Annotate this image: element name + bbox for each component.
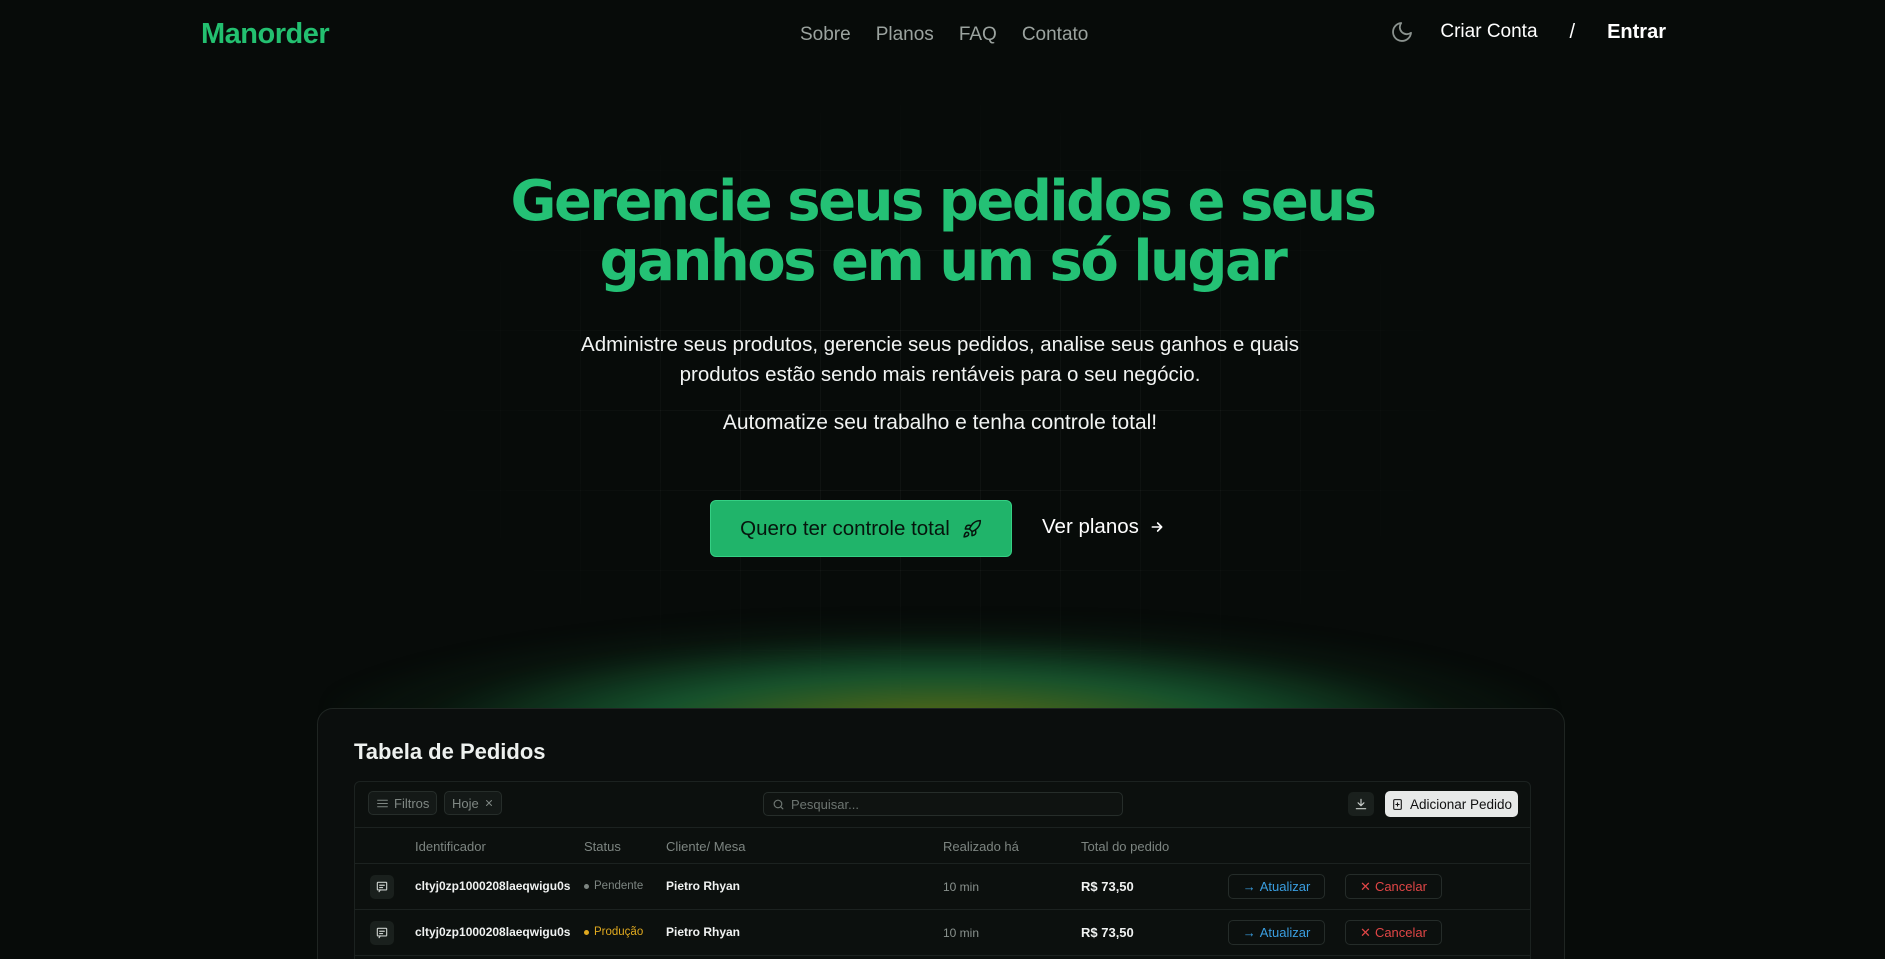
status-dot bbox=[584, 929, 589, 935]
top-nav: Manorder Sobre Planos FAQ Contato Criar … bbox=[0, 0, 1885, 70]
update-label: Atualizar bbox=[1259, 925, 1311, 940]
update-label: Atualizar bbox=[1259, 879, 1311, 894]
cancel-label: Cancelar bbox=[1374, 879, 1427, 894]
column-header-status[interactable]: Status bbox=[584, 839, 621, 854]
update-button[interactable]: → Atualizar bbox=[1228, 874, 1325, 899]
download-button[interactable] bbox=[1348, 792, 1374, 816]
filters-button[interactable]: Filtros bbox=[368, 791, 438, 815]
filters-label: Filtros bbox=[394, 795, 430, 811]
cta-primary-label: Quero ter controle total bbox=[740, 516, 950, 540]
download-icon bbox=[1355, 798, 1367, 810]
close-icon: ✕ bbox=[1360, 924, 1371, 940]
order-id: cltyj0zp1000208laeqwigu0s bbox=[415, 879, 571, 893]
hero-title-line1: Gerencie seus pedidos e seus bbox=[510, 169, 1377, 234]
moon-icon[interactable] bbox=[1390, 20, 1414, 44]
hero-subtitle-line1: Administre seus produtos, gerencie seus … bbox=[581, 333, 1299, 356]
client-name: Pietro Rhyan bbox=[666, 925, 741, 939]
column-header-time[interactable]: Realizado há bbox=[943, 839, 1019, 854]
status-dot bbox=[584, 883, 589, 889]
search-icon bbox=[773, 799, 784, 809]
active-filter-chip[interactable]: Hoje bbox=[444, 791, 502, 815]
hero-subtitle: Administre seus produtos, gerencie seus … bbox=[540, 330, 1340, 390]
hero-subtitle-line2: produtos estão sendo mais rentáveis para… bbox=[679, 363, 1201, 386]
cta-primary-button[interactable]: Quero ter controle total bbox=[710, 500, 1012, 557]
order-details-button[interactable] bbox=[370, 921, 394, 945]
add-order-button[interactable]: Adicionar Pedido bbox=[1385, 791, 1518, 817]
brand-logo[interactable]: Manorder bbox=[201, 18, 330, 51]
status-label: Pendente bbox=[594, 880, 644, 892]
column-header-client[interactable]: Cliente/ Mesa bbox=[666, 839, 745, 854]
order-details-button[interactable] bbox=[370, 875, 394, 899]
column-header-id[interactable]: Identificador bbox=[415, 839, 486, 854]
orders-table: Filtros Hoje Pesquisar... Adicionar Pedi… bbox=[354, 781, 1531, 959]
table-header: Identificador Status Cliente/ Mesa Reali… bbox=[355, 828, 1530, 864]
table-row[interactable]: cltyj0zp1000208laeqwigu0s Produção Pietr… bbox=[355, 910, 1530, 956]
search-input[interactable]: Pesquisar... bbox=[763, 792, 1123, 816]
add-order-label: Adicionar Pedido bbox=[1409, 796, 1513, 812]
table-row[interactable]: cltyj0zp1000208laeqwigu0s Pendente Pietr… bbox=[355, 864, 1530, 910]
orders-table-card: Tabela de Pedidos Filtros Hoje Pesquisar… bbox=[317, 708, 1565, 959]
nav-links: Sobre Planos FAQ Contato bbox=[800, 24, 1088, 46]
table-toolbar: Filtros Hoje Pesquisar... Adicionar Pedi… bbox=[355, 782, 1530, 828]
client-name: Pietro Rhyan bbox=[666, 879, 741, 893]
order-time: 10 min bbox=[943, 926, 980, 940]
arrow-right-icon: → bbox=[1242, 879, 1256, 894]
orders-table-title: Tabela de Pedidos bbox=[354, 739, 546, 764]
order-total: R$ 73,50 bbox=[1081, 925, 1134, 940]
close-icon[interactable] bbox=[484, 798, 494, 808]
active-filter-label: Hoje bbox=[452, 795, 479, 811]
nav-link-sobre[interactable]: Sobre bbox=[800, 24, 851, 46]
hero-title-line2: ganhos em um só lugar bbox=[599, 229, 1288, 294]
cancel-label: Cancelar bbox=[1374, 925, 1427, 940]
column-header-total[interactable]: Total do pedido bbox=[1081, 839, 1169, 854]
cta-secondary-link[interactable]: Ver planos bbox=[1042, 515, 1165, 539]
order-id: cltyj0zp1000208laeqwigu0s bbox=[415, 925, 571, 939]
order-total: R$ 73,50 bbox=[1081, 879, 1134, 894]
close-icon: ✕ bbox=[1360, 878, 1371, 894]
add-document-icon bbox=[1393, 798, 1402, 810]
receipt-icon bbox=[376, 881, 388, 893]
hero-title: Gerencie seus pedidos e seus ganhos em u… bbox=[440, 172, 1445, 292]
search-placeholder: Pesquisar... bbox=[791, 796, 859, 812]
status-badge: Pendente bbox=[584, 880, 643, 892]
receipt-icon bbox=[376, 927, 388, 939]
order-time: 10 min bbox=[943, 880, 980, 894]
rocket-icon bbox=[963, 519, 981, 538]
cta-secondary-label: Ver planos bbox=[1042, 515, 1139, 538]
cancel-button[interactable]: ✕ Cancelar bbox=[1345, 874, 1442, 899]
nav-link-faq[interactable]: FAQ bbox=[959, 24, 997, 46]
nav-separator: / bbox=[1569, 20, 1576, 43]
status-label: Produção bbox=[594, 926, 644, 938]
filter-lines-icon bbox=[377, 799, 388, 807]
arrow-right-icon bbox=[1151, 522, 1163, 532]
nav-link-planos[interactable]: Planos bbox=[876, 24, 934, 46]
status-badge: Produção bbox=[584, 926, 643, 938]
signup-link[interactable]: Criar Conta bbox=[1440, 21, 1537, 43]
nav-actions: Criar Conta / Entrar bbox=[1390, 20, 1666, 44]
login-link[interactable]: Entrar bbox=[1607, 21, 1666, 44]
nav-link-contato[interactable]: Contato bbox=[1022, 24, 1089, 46]
cancel-button[interactable]: ✕ Cancelar bbox=[1345, 920, 1442, 945]
update-button[interactable]: → Atualizar bbox=[1228, 920, 1325, 945]
arrow-right-icon: → bbox=[1242, 925, 1256, 940]
hero-tagline: Automatize seu trabalho e tenha controle… bbox=[722, 411, 1158, 434]
